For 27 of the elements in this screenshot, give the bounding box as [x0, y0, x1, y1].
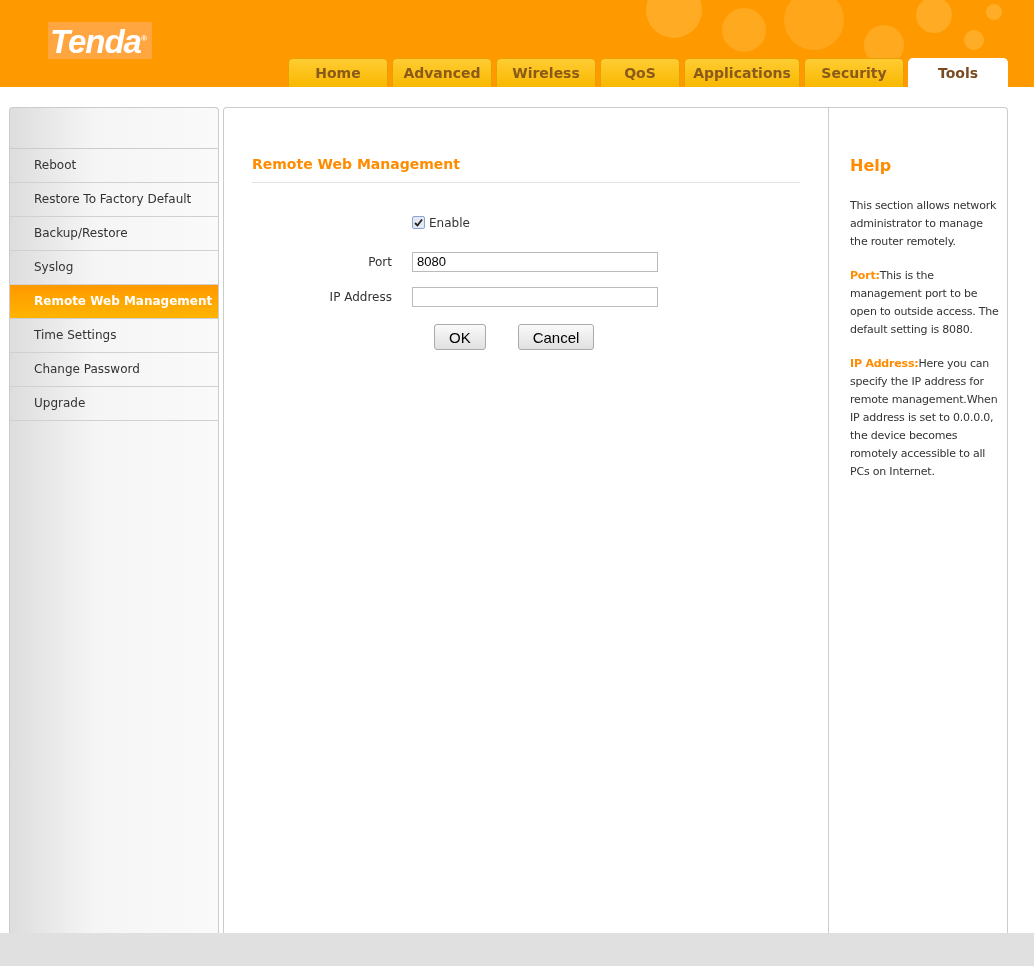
- form-button[interactable]: Cancel: [517, 324, 595, 350]
- help-paragraph: IP Address:Here you can specify the IP address for remote management.When IP address is set to 0.0.0.0, the device becomes romotely accessible to all PCs on Internet.: [850, 356, 999, 480]
- input-field[interactable]: 8080: [412, 251, 658, 272]
- sidebar-item[interactable]: Upgrade: [10, 387, 218, 421]
- help-paragraph: Port:This is the management port to be open to outside access. The default setting is 8080.: [850, 268, 1000, 338]
- help-paragraph: This section allows network administrator to manage the router remotely.: [850, 198, 998, 250]
- sidebar-item[interactable]: Backup/Restore: [10, 217, 218, 251]
- sidebar-item[interactable]: Change Password: [10, 353, 218, 387]
- nav-tab[interactable]: Advanced: [392, 58, 492, 87]
- input-field[interactable]: [412, 286, 658, 307]
- form-button[interactable]: OK: [434, 324, 486, 350]
- nav-tab[interactable]: Home: [288, 58, 388, 87]
- field-label: IP Address: [328, 289, 392, 304]
- enable-checkbox[interactable]: [412, 216, 425, 229]
- nav-tab[interactable]: Wireless: [496, 58, 596, 87]
- sidebar-item[interactable]: Restore To Factory Default: [10, 183, 218, 217]
- help-title: Help: [850, 156, 893, 175]
- nav-tab[interactable]: QoS: [600, 58, 680, 87]
- nav-tab[interactable]: Security: [804, 58, 904, 87]
- nav-tab[interactable]: Applications: [684, 58, 800, 87]
- logo: Tenda$^{®}$: [48, 22, 152, 59]
- sidebar-item[interactable]: Reboot: [10, 149, 218, 183]
- sidebar-item[interactable]: Time Settings: [10, 319, 218, 353]
- nav-tab[interactable]: Tools: [908, 58, 1008, 87]
- section-title: Remote Web Management: [252, 156, 461, 174]
- checkbox-label: Enable: [429, 215, 470, 230]
- field-label: Port: [367, 254, 392, 269]
